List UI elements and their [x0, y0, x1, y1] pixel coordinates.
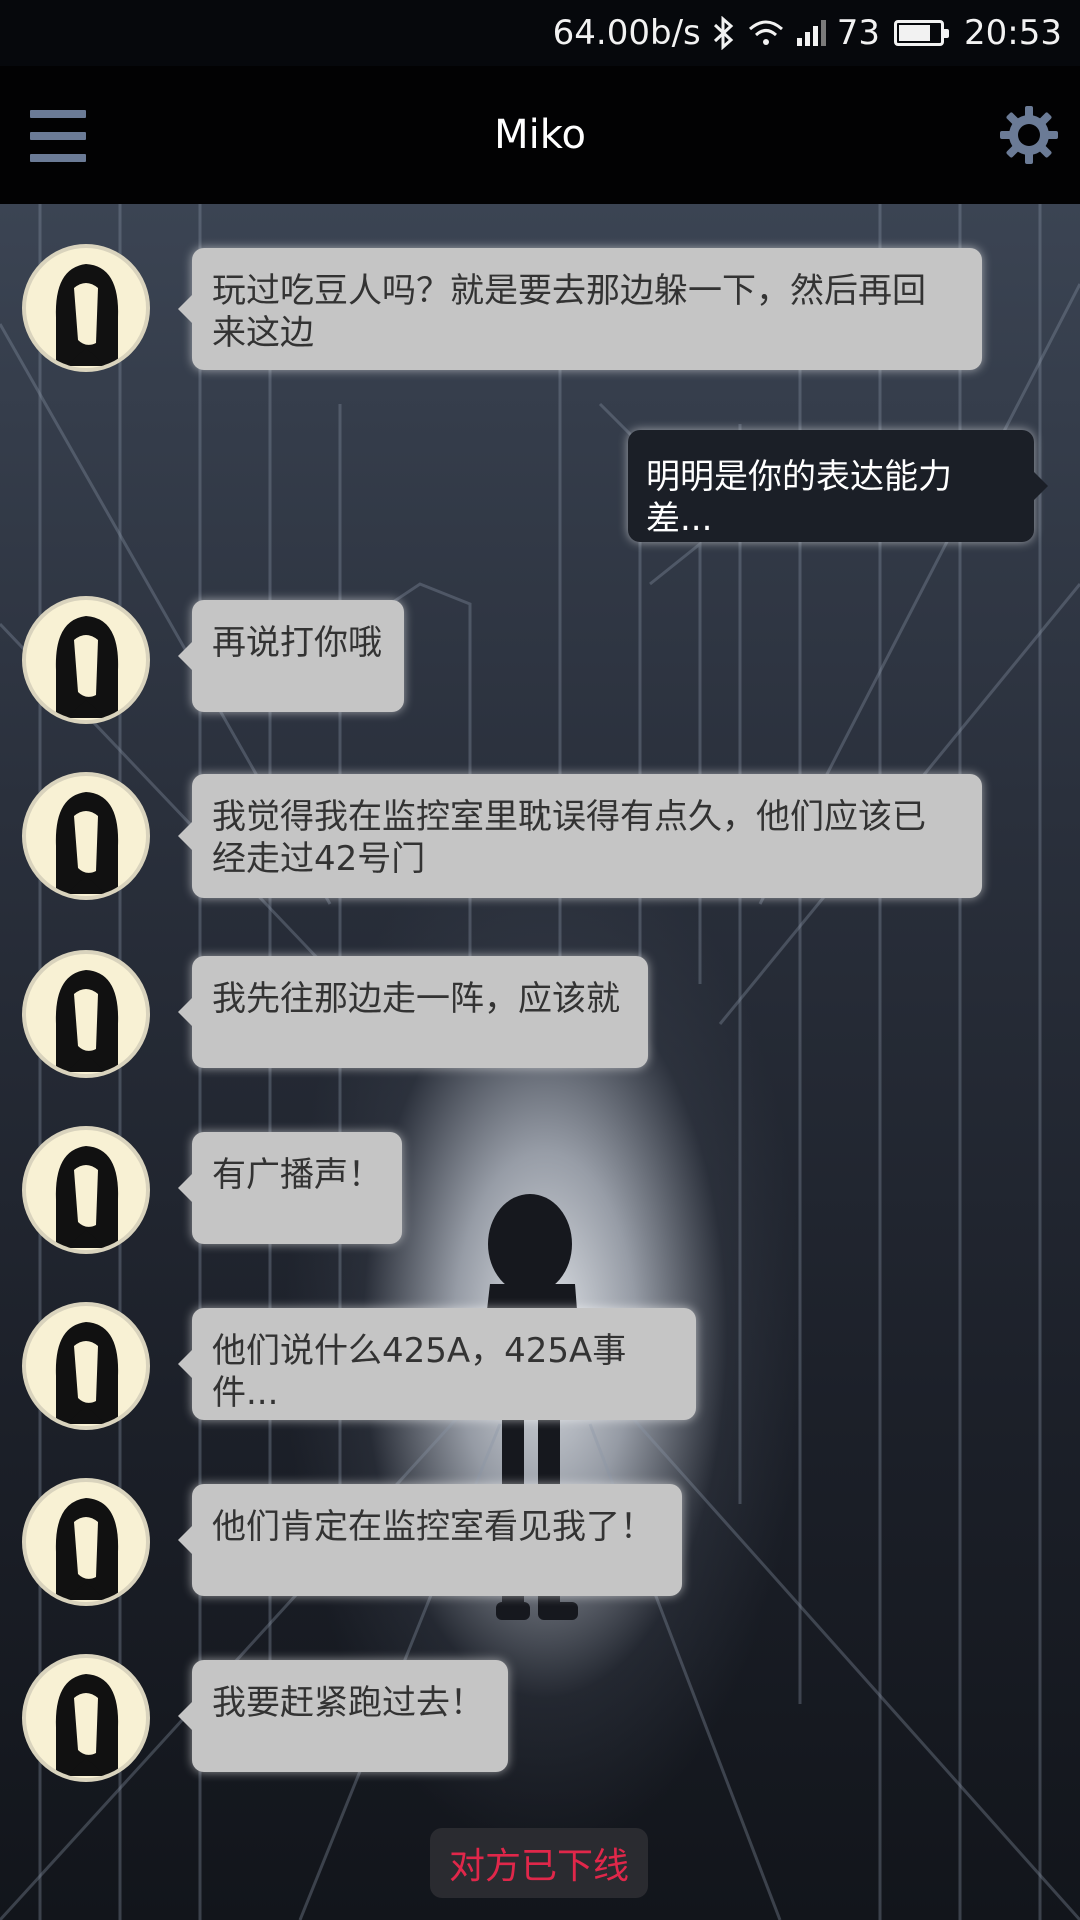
- contact-avatar[interactable]: [22, 244, 150, 372]
- app-bar: Miko: [0, 66, 1080, 204]
- contact-avatar[interactable]: [22, 1654, 150, 1782]
- battery-icon: [894, 20, 950, 46]
- chat-screen: 64.00b/s 73 20:53 Miko 玩过吃豆人吗？就是要去那边躲一下，…: [0, 0, 1080, 1920]
- message-bubble[interactable]: 我要赶紧跑过去！: [178, 1660, 508, 1772]
- status-bar: 64.00b/s 73 20:53: [0, 0, 1080, 66]
- contact-avatar[interactable]: [22, 950, 150, 1078]
- hamburger-menu-icon[interactable]: [30, 110, 86, 162]
- clock: 20:53: [964, 13, 1062, 53]
- contact-avatar[interactable]: [22, 1302, 150, 1430]
- signal-level: 73: [836, 13, 881, 53]
- contact-avatar[interactable]: [22, 1478, 150, 1606]
- offline-status-badge: 对方已下线: [430, 1828, 648, 1898]
- contact-avatar[interactable]: [22, 596, 150, 724]
- contact-avatar[interactable]: [22, 772, 150, 900]
- contact-avatar[interactable]: [22, 1126, 150, 1254]
- chat-title: Miko: [494, 112, 586, 158]
- bluetooth-icon: [711, 16, 737, 50]
- message-bubble[interactable]: 他们说什么425A，425A事件...: [178, 1308, 696, 1420]
- network-speed: 64.00b/s: [552, 13, 701, 53]
- message-bubble[interactable]: 他们肯定在监控室看见我了！: [178, 1484, 682, 1596]
- message-bubble[interactable]: 玩过吃豆人吗？就是要去那边躲一下，然后再回 来这边: [178, 248, 982, 370]
- message-bubble[interactable]: 我先往那边走一阵，应该就: [178, 956, 648, 1068]
- message-bubble[interactable]: 有广播声！: [178, 1132, 402, 1244]
- message-bubble[interactable]: 我觉得我在监控室里耽误得有点久，他们应该已 经走过42号门: [178, 774, 982, 898]
- wifi-icon: [747, 18, 785, 48]
- cell-signal-icon: [795, 18, 827, 48]
- my-message-bubble[interactable]: 明明是你的表达能力差...: [628, 430, 1048, 542]
- message-bubble[interactable]: 再说打你哦: [178, 600, 404, 712]
- gear-icon[interactable]: [998, 104, 1060, 166]
